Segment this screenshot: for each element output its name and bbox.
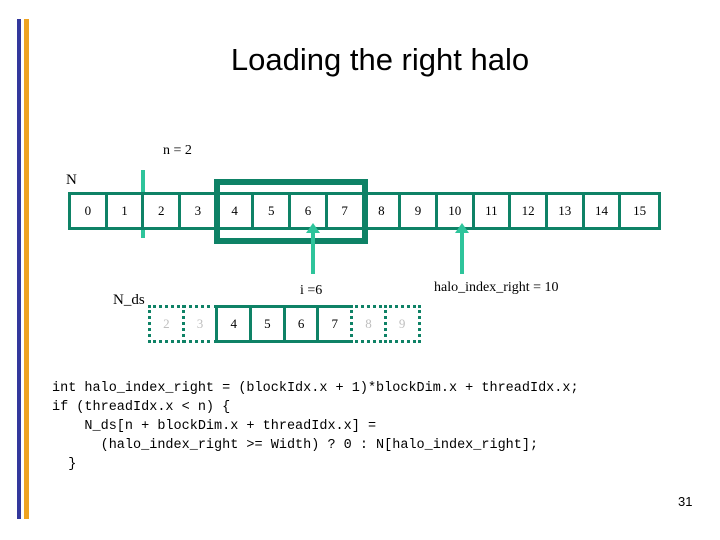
nds-array: 23456789 bbox=[148, 305, 421, 343]
n-array-cell: 8 bbox=[364, 195, 402, 227]
nds-array-cell: 9 bbox=[383, 305, 421, 343]
nds-array-cell: 7 bbox=[316, 305, 354, 343]
nds-array-cell: 8 bbox=[350, 305, 387, 343]
nds-array-cell: 6 bbox=[282, 305, 320, 343]
page-number: 31 bbox=[678, 494, 693, 509]
n-marker-label: n = 2 bbox=[163, 143, 192, 158]
arrow-i-pointer-icon bbox=[306, 223, 320, 274]
halo-index-right-label: halo_index_right = 10 bbox=[434, 280, 559, 295]
left-accent-bar-blue bbox=[17, 19, 21, 519]
n-array-cell: 15 bbox=[621, 195, 658, 227]
n-array-cell: 0 bbox=[71, 195, 108, 227]
n-array-cell: 13 bbox=[547, 195, 585, 227]
nds-array-cell: 2 bbox=[148, 305, 185, 343]
page-title: Loading the right halo bbox=[230, 42, 530, 77]
nds-array-cell: 5 bbox=[249, 305, 286, 343]
nds-array-cell: 4 bbox=[215, 305, 253, 343]
n-array-cell: 3 bbox=[181, 195, 218, 227]
n-array-cell: 12 bbox=[511, 195, 548, 227]
nds-array-label: N_ds bbox=[113, 292, 145, 308]
code-block: int halo_index_right = (blockIdx.x + 1)*… bbox=[52, 381, 579, 472]
n-array-cell: 1 bbox=[107, 195, 145, 227]
left-accent-bar-orange bbox=[24, 19, 29, 519]
halo-highlight-box bbox=[214, 179, 368, 244]
n-array-cell: 2 bbox=[144, 195, 182, 227]
n-array-cell: 11 bbox=[474, 195, 512, 227]
n-array-cell: 14 bbox=[584, 195, 622, 227]
nds-array-cell: 3 bbox=[181, 305, 219, 343]
n-array-cell: 9 bbox=[401, 195, 438, 227]
arrow-halo-index-pointer-icon bbox=[455, 223, 469, 274]
n-array-label: N bbox=[66, 172, 77, 188]
i-value-label: i =6 bbox=[300, 283, 323, 298]
